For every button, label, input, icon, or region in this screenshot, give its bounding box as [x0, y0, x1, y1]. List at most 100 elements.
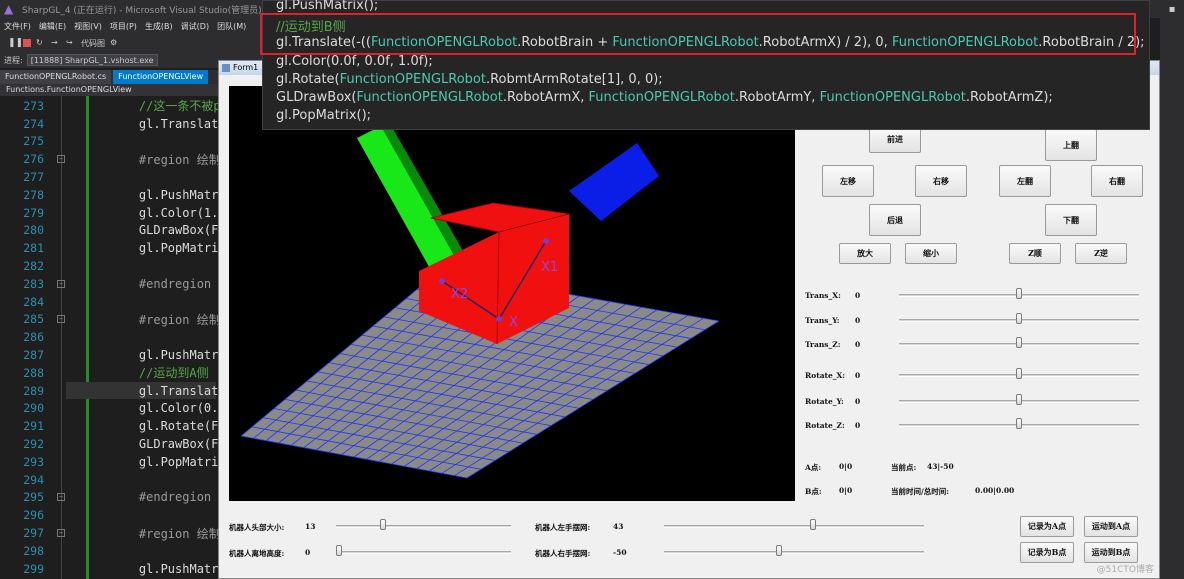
slider-thumb-2[interactable] — [1016, 337, 1022, 348]
move-to-a-button[interactable]: 运动到A点 — [1084, 516, 1138, 537]
line-number: 288 — [23, 365, 44, 380]
popup-line-5: GLDrawBox(FunctionOPENGLRobot.RobotArmX,… — [276, 90, 1053, 105]
left-arm-slider-thumb[interactable] — [809, 519, 816, 530]
slider-thumb-4[interactable] — [1016, 394, 1022, 405]
head-size-value: 13 — [305, 522, 316, 531]
line-number: 274 — [23, 116, 44, 131]
popup-line-0: gl.PushMatrix(); — [276, 0, 379, 13]
current-point-value: 43|-50 — [927, 462, 954, 471]
record-a-button[interactable]: 记录为A点 — [1020, 516, 1074, 537]
process-label: 进程: — [4, 55, 23, 65]
popup-l5-class-3: FunctionOPENGLRobot — [819, 90, 966, 105]
zoom-out-button[interactable]: 缩小 — [905, 243, 957, 264]
z-clockwise-button[interactable]: Z顺 — [1009, 243, 1061, 264]
tab-functionopenglrobot[interactable]: FunctionOPENGLRobot.cs — [0, 70, 112, 84]
menu-item-1[interactable]: 编辑(E) — [39, 21, 66, 32]
pin-icon[interactable]: ▪ — [1160, 4, 1184, 15]
form1-window: Form1 X1 X2 X 前进 左移 右移 后退 放大 缩小 上翻 左翻 右翻… — [218, 60, 1160, 579]
step-into-icon[interactable]: → — [51, 38, 61, 48]
line-number: 275 — [23, 134, 44, 149]
slider-thumb-1[interactable] — [1016, 313, 1022, 324]
line-number: 296 — [23, 508, 44, 523]
ground-height-track[interactable] — [336, 551, 511, 554]
move-to-b-button[interactable]: 运动到B点 — [1084, 542, 1138, 563]
label-x1: X1 — [541, 260, 558, 275]
head-size-slider-thumb[interactable] — [379, 519, 386, 530]
popup-l5-c: .RobotArmX, — [502, 90, 589, 105]
menu-item-4[interactable]: 生成(B) — [145, 21, 173, 32]
line-number: 293 — [23, 454, 44, 469]
slider-thumb-3[interactable] — [1016, 368, 1022, 379]
popup-l4-class: FunctionOPENGLRobot — [339, 72, 486, 87]
left-arm-track[interactable] — [664, 525, 924, 528]
vs-window-title: SharpGL_4 (正在运行) - Microsoft Visual Stud… — [22, 5, 262, 16]
popup-l5-a: GLDrawBox( — [276, 90, 357, 105]
menu-item-2[interactable]: 视图(V) — [74, 21, 102, 32]
slider-label-3: Rotate_X: — [805, 371, 846, 380]
fold-toggle-icon[interactable]: − — [57, 529, 65, 538]
step-over-icon[interactable]: ↪ — [66, 38, 76, 48]
left-arm-value: 43 — [613, 522, 624, 531]
back-button[interactable]: 后退 — [869, 204, 921, 236]
line-number: 287 — [23, 348, 44, 363]
point-b-value: 0|0 — [839, 486, 853, 495]
flip-left-button[interactable]: 左翻 — [999, 165, 1051, 197]
right-arm-slider-thumb[interactable] — [775, 545, 782, 556]
popup-l5-e: .RobotArmY, — [734, 90, 820, 105]
vs-navigation-bar[interactable]: Functions.FunctionOPENGLView — [0, 84, 220, 96]
line-number: 297 — [23, 526, 44, 541]
record-b-button[interactable]: 记录为B点 — [1020, 542, 1074, 563]
label-x2: X2 — [451, 287, 468, 302]
flip-down-button[interactable]: 下翻 — [1045, 204, 1097, 236]
pause-icon[interactable]: ❚❚ — [8, 38, 23, 48]
head-size-track[interactable] — [336, 525, 511, 528]
line-number: 285 — [23, 312, 44, 327]
slider-thumb-0[interactable] — [1016, 288, 1022, 299]
popup-l5-class-1: FunctionOPENGLRobot — [356, 90, 503, 105]
line-number: 273 — [23, 98, 44, 113]
point-a-value: 0|0 — [839, 462, 853, 471]
left-arm-label: 机器人左手摆网: — [535, 523, 591, 532]
menu-item-6[interactable]: 团队(M) — [217, 21, 246, 32]
visual-studio-logo-icon: ▲ — [4, 2, 14, 16]
process-select[interactable]: [11888] SharpGL_1.vshost.exe — [26, 54, 158, 66]
restart-icon[interactable]: ↻ — [36, 38, 46, 48]
slider-label-2: Trans_Z: — [805, 340, 841, 349]
move-left-button[interactable]: 左移 — [822, 165, 874, 197]
code-map-button[interactable]: 代码图 — [81, 38, 105, 49]
slider-label-5: Rotate_Z: — [805, 421, 845, 430]
z-counterclockwise-button[interactable]: Z逆 — [1075, 243, 1127, 264]
menu-item-5[interactable]: 调试(D) — [181, 21, 209, 32]
zoom-in-button[interactable]: 放大 — [839, 243, 891, 264]
slider-value-4: 0 — [855, 397, 861, 406]
menu-item-0[interactable]: 文件(F) — [4, 21, 31, 32]
point-x-marker — [496, 316, 502, 322]
code-text: //运动到A侧 — [110, 366, 209, 381]
form1-title: Form1 — [233, 63, 259, 72]
fold-toggle-icon[interactable]: − — [57, 279, 65, 288]
stop-icon[interactable] — [23, 39, 31, 47]
settings-icon[interactable]: ⚙ — [110, 38, 120, 48]
popup-l5-g: .RobotArmZ); — [965, 90, 1053, 105]
point-x2-marker — [439, 278, 445, 284]
time-label: 当前时间/总时间: — [891, 487, 950, 496]
move-right-button[interactable]: 右移 — [915, 165, 967, 197]
menu-item-3[interactable]: 项目(P) — [110, 21, 137, 32]
flip-up-button[interactable]: 上翻 — [1045, 129, 1097, 161]
fold-toggle-icon[interactable]: − — [57, 493, 65, 502]
right-arm-track[interactable] — [664, 551, 924, 554]
opengl-viewport[interactable]: X1 X2 X — [229, 86, 795, 501]
line-number: 291 — [23, 419, 44, 434]
tab-functionopenglview[interactable]: FunctionOPENGLView — [113, 70, 209, 84]
line-number: 278 — [23, 187, 44, 202]
slider-label-0: Trans_X: — [805, 291, 841, 300]
slider-thumb-5[interactable] — [1016, 418, 1022, 429]
line-number: 279 — [23, 205, 44, 220]
fold-toggle-icon[interactable]: − — [57, 315, 65, 324]
popup-line-6: gl.PopMatrix(); — [276, 108, 372, 123]
ground-height-slider-thumb[interactable] — [336, 545, 342, 556]
flip-right-button[interactable]: 右翻 — [1091, 165, 1143, 197]
line-number: 294 — [23, 472, 44, 487]
slider-value-0: 0 — [855, 291, 861, 300]
fold-toggle-icon[interactable]: − — [57, 155, 65, 164]
